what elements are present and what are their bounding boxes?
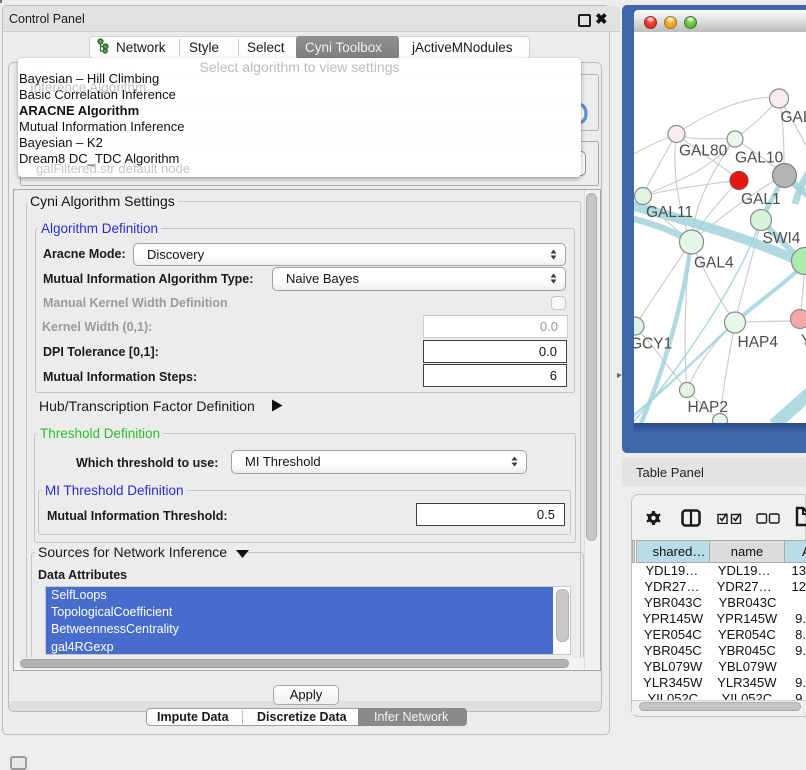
svg-text:GAL1: GAL1 <box>741 191 781 208</box>
svg-text:GAL10: GAL10 <box>735 150 784 167</box>
svg-text:GAL80: GAL80 <box>679 143 728 160</box>
svg-text:GAL11: GAL11 <box>646 204 693 221</box>
svg-text:GAL4: GAL4 <box>694 255 734 272</box>
svg-text:GAL: GAL <box>781 109 806 126</box>
svg-text:HAP4: HAP4 <box>738 334 779 351</box>
svg-text:HAP2: HAP2 <box>688 399 729 416</box>
svg-text:Y: Y <box>801 333 806 350</box>
svg-text:GCY1: GCY1 <box>634 336 672 353</box>
svg-text:SWI4: SWI4 <box>763 230 801 247</box>
